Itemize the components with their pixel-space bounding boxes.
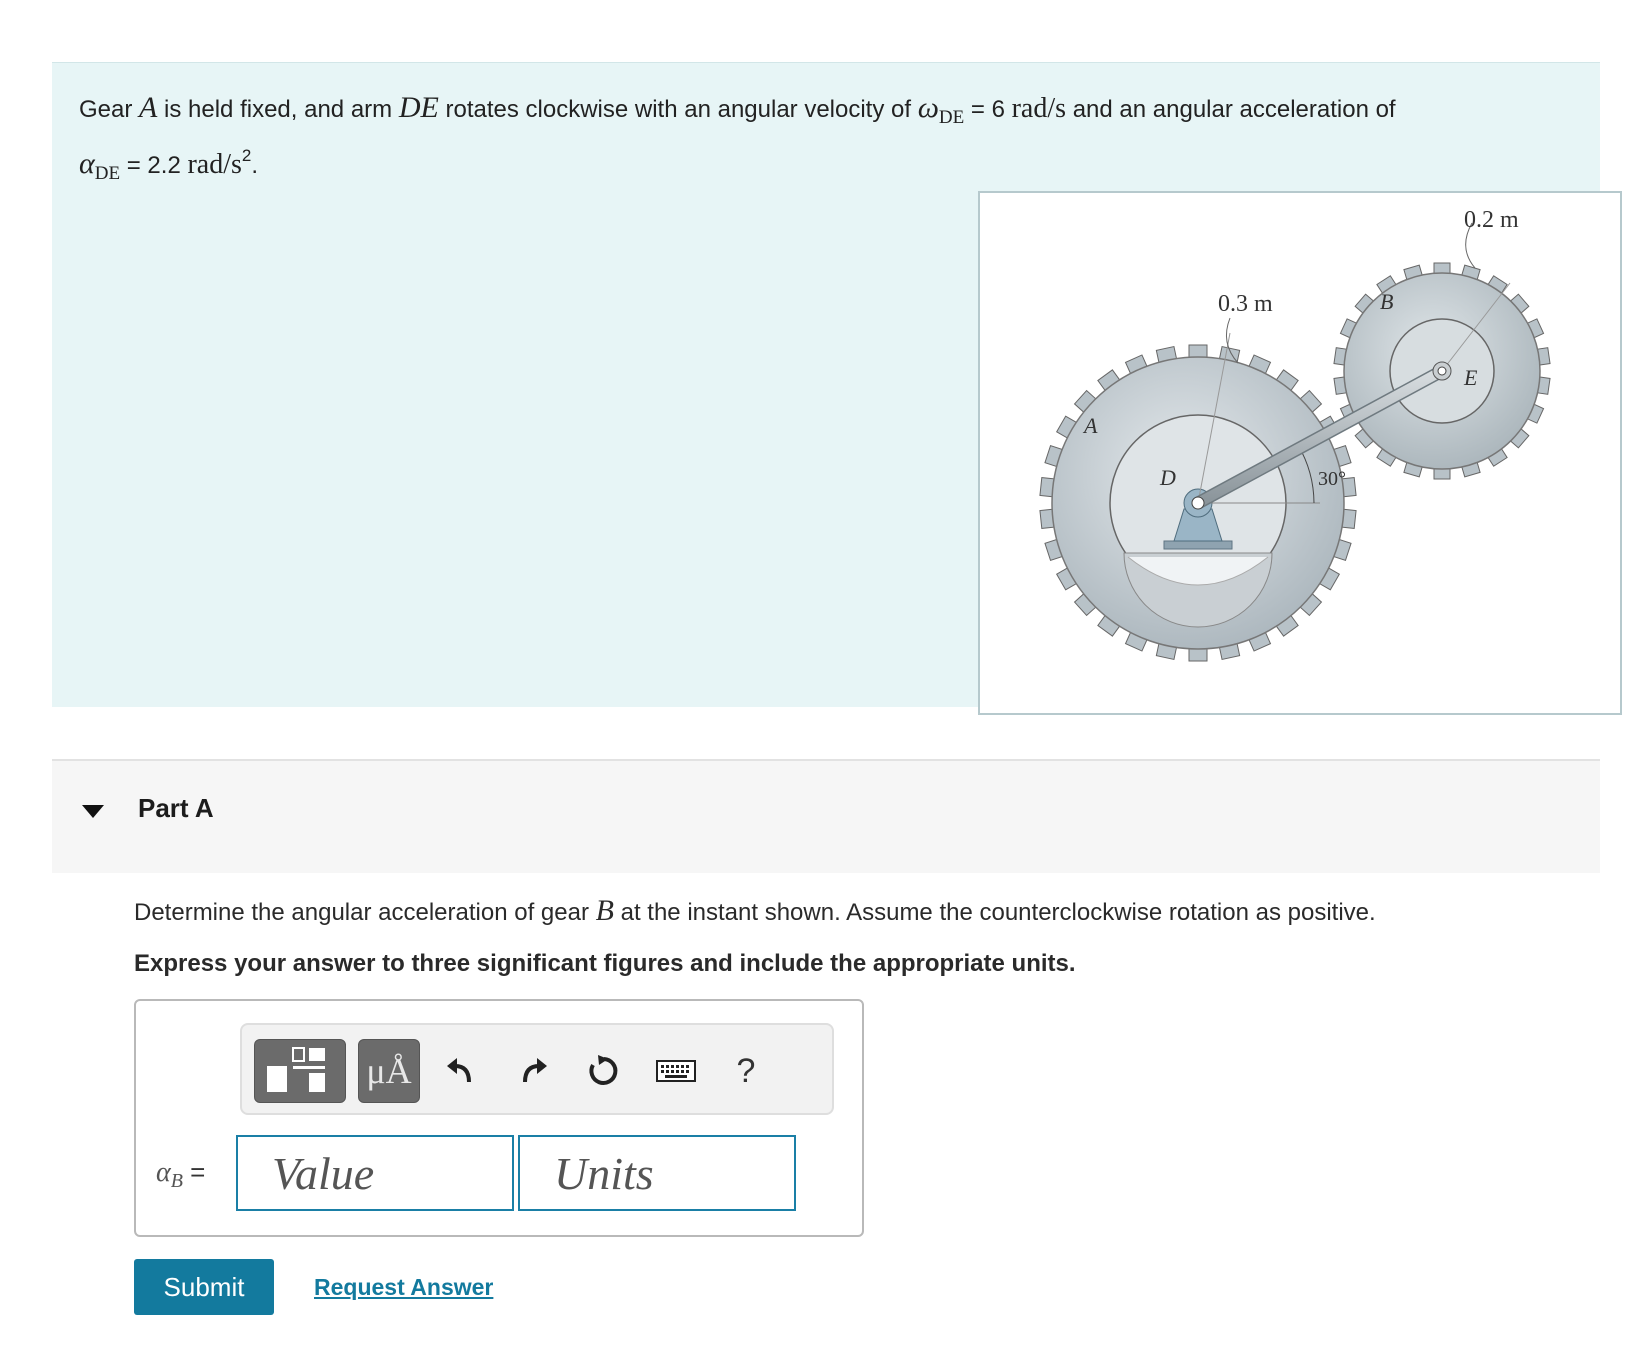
help-button[interactable]: ? (720, 1039, 772, 1103)
answer-variable-label: αB = (156, 1157, 205, 1193)
gear-figure: 0.2 m 0.3 m A B D E 30° (978, 191, 1622, 715)
answer-box: μÅ ? αB = Value Units (134, 999, 864, 1237)
omega-unit: rad/s (1011, 93, 1067, 124)
keyboard-button[interactable] (650, 1039, 702, 1103)
question-text: Determine the angular acceleration of ge… (134, 894, 1376, 928)
alpha-unit-exponent: 2 (241, 146, 252, 165)
alpha-subscript: DE (94, 163, 121, 184)
pin-e (1437, 366, 1447, 376)
label-0.2m: 0.2 m (1464, 207, 1519, 233)
omega-symbol: ω (917, 91, 939, 124)
submit-button[interactable]: Submit (134, 1259, 274, 1315)
equals-sign: = (182, 1157, 206, 1187)
text-segment: Gear (79, 96, 140, 123)
label-angle-30: 30° (1318, 468, 1346, 490)
reset-button[interactable] (578, 1039, 630, 1103)
math-var-B: B (595, 894, 614, 927)
units-input[interactable] (518, 1135, 796, 1211)
label-gear-b: B (1380, 289, 1393, 314)
alpha-subscript: B (170, 1170, 183, 1192)
help-icon: ? (736, 1051, 756, 1090)
undo-icon (447, 1058, 471, 1083)
gear-diagram: 0.2 m 0.3 m A B D E 30° (1039, 207, 1551, 662)
collapse-caret-icon[interactable] (82, 805, 104, 818)
value-input[interactable] (236, 1135, 514, 1211)
templates-button[interactable] (254, 1039, 346, 1103)
reset-icon (589, 1055, 618, 1085)
part-title: Part A (138, 793, 214, 823)
text-segment: is held fixed, and arm (157, 96, 399, 123)
part-a-header[interactable]: Part A (52, 759, 1600, 873)
label-gear-a: A (1082, 413, 1098, 438)
keyboard-icon (656, 1060, 696, 1082)
instruction-text: Express your answer to three significant… (134, 950, 1076, 977)
label-d: D (1159, 465, 1176, 490)
omega-value: = 6 (964, 96, 1012, 123)
pin-base-plate (1163, 540, 1233, 550)
text-segment: . (251, 152, 259, 179)
request-answer-link[interactable]: Request Answer (314, 1274, 493, 1301)
units-button[interactable]: μÅ (358, 1039, 420, 1103)
units-glyph: μÅ (366, 1051, 412, 1091)
alpha-symbol: α (156, 1157, 171, 1188)
text-segment: rotates clockwise with an angular veloci… (438, 96, 918, 123)
problem-text: Gear A is held fixed, and arm DE rotates… (79, 89, 1579, 193)
math-toolbar: μÅ ? (240, 1023, 834, 1115)
label-e: E (1463, 365, 1478, 390)
alpha-value: = 2.2 (120, 152, 188, 179)
math-var-A: A (139, 91, 158, 124)
problem-statement: Gear A is held fixed, and arm DE rotates… (52, 62, 1622, 715)
text-segment: at the instant shown. Assume the counter… (613, 899, 1376, 926)
undo-button[interactable] (434, 1039, 486, 1103)
label-0.3m: 0.3 m (1218, 291, 1273, 317)
redo-button[interactable] (508, 1039, 560, 1103)
templates-icon (267, 1047, 325, 1092)
pin-d (1191, 496, 1205, 510)
text-segment: and an angular acceleration of (1066, 96, 1396, 123)
math-var-DE: DE (398, 91, 439, 124)
text-segment: Determine the angular acceleration of ge… (134, 899, 596, 926)
alpha-symbol: α (79, 147, 95, 180)
redo-icon (523, 1058, 547, 1083)
alpha-unit: rad/s (187, 149, 242, 180)
omega-subscript: DE (938, 107, 965, 128)
